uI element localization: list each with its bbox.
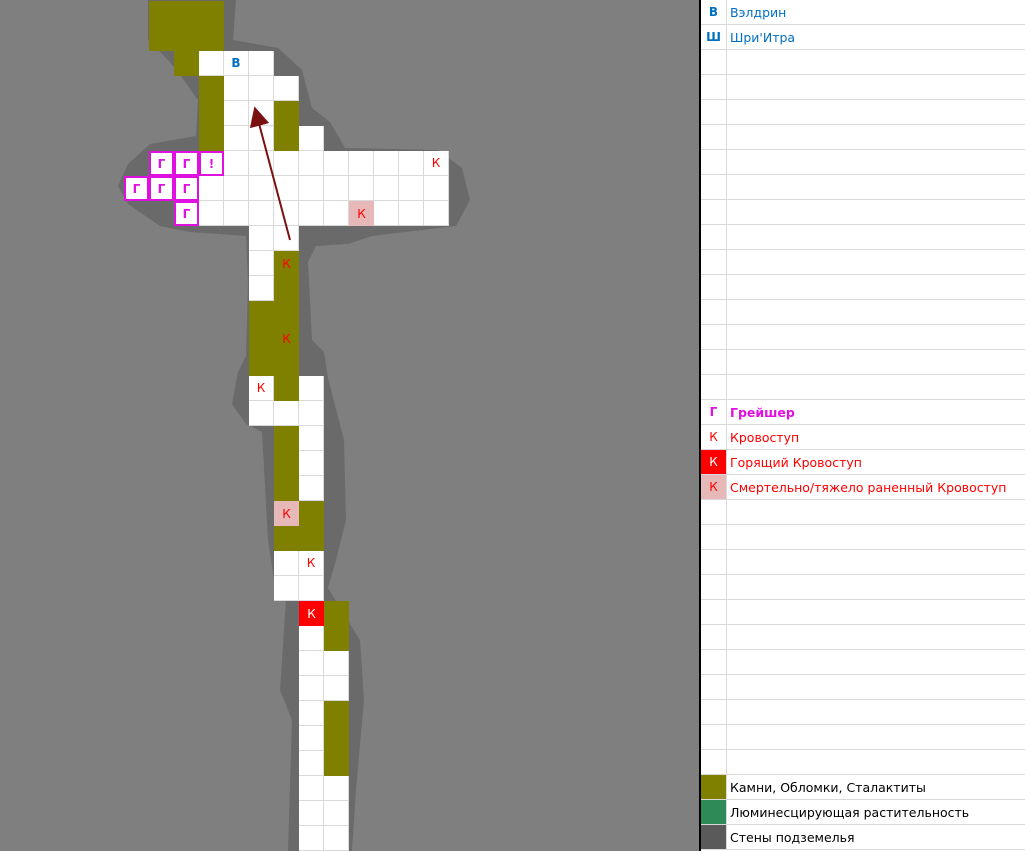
- legend-empty-row: [701, 225, 1025, 250]
- arrow-line: [249, 106, 291, 241]
- legend-symbol: [701, 275, 727, 299]
- legend-empty-row: [701, 750, 1025, 775]
- legend-empty-row: [701, 600, 1025, 625]
- legend-empty-row: [701, 250, 1025, 275]
- legend-symbol-text: В: [708, 5, 719, 19]
- movement-arrow: [249, 106, 291, 241]
- legend-empty-row: [701, 350, 1025, 375]
- legend-label: Люминесцирующая растительность: [730, 804, 970, 820]
- legend-symbol: [701, 725, 727, 749]
- legend-symbol: [701, 75, 727, 99]
- legend-label: Горящий Кровоступ: [730, 454, 862, 470]
- legend-empty-row: [701, 325, 1025, 350]
- legend-empty-row: [701, 725, 1025, 750]
- legend-symbol: [701, 225, 727, 249]
- legend-enemy-1: К Кровоступ: [701, 425, 1025, 450]
- legend-empty-row: [701, 700, 1025, 725]
- legend-symbol: [701, 650, 727, 674]
- legend-symbol: [701, 675, 727, 699]
- legend-symbol: [701, 600, 727, 624]
- legend-symbol: [701, 125, 727, 149]
- legend-symbol: [701, 325, 727, 349]
- legend-symbol: Ш: [701, 25, 727, 49]
- legend-symbol: [701, 375, 727, 399]
- legend-symbol: К: [701, 475, 727, 499]
- legend-symbol: [701, 550, 727, 574]
- legend-symbol: [701, 700, 727, 724]
- legend-symbol: [701, 100, 727, 124]
- legend-symbol: [701, 825, 727, 849]
- legend-label: Вэлдрин: [730, 4, 787, 20]
- legend-symbol: [701, 500, 727, 524]
- legend-symbol: [701, 800, 727, 824]
- legend-terrain-2: Стены подземелья: [701, 825, 1025, 850]
- legend-symbol: [701, 775, 727, 799]
- legend-label: Камни, Обломки, Сталактиты: [730, 779, 926, 795]
- legend-symbol-text: К: [709, 430, 718, 444]
- legend-enemy-0: Г Грейшер: [701, 400, 1025, 425]
- legend-empty-row: [701, 275, 1025, 300]
- legend-empty-row: [701, 175, 1025, 200]
- legend-empty-row: [701, 75, 1025, 100]
- legend-label: Кровоступ: [730, 429, 800, 445]
- legend-symbol-text: К: [709, 480, 718, 494]
- legend-symbol-text: К: [709, 455, 718, 469]
- legend-symbol: [701, 50, 727, 74]
- legend-enemy-2: К Горящий Кровоступ: [701, 450, 1025, 475]
- dungeon-map: В Г Г! К Г Г Г Г К К К К К К К: [0, 0, 700, 851]
- legend-symbol: [701, 300, 727, 324]
- legend-symbol: [701, 150, 727, 174]
- legend-character-1: Ш Шри'Итра: [701, 25, 1025, 50]
- legend-empty-row: [701, 575, 1025, 600]
- legend-label: Смертельно/тяжело раненный Кровоступ: [730, 479, 1007, 495]
- legend-label: Шри'Итра: [730, 29, 796, 45]
- legend-symbol-text: Ш: [706, 30, 721, 44]
- legend-symbol: [701, 350, 727, 374]
- legend-empty-row: [701, 625, 1025, 650]
- legend-empty-row: [701, 675, 1025, 700]
- legend-empty-row: [701, 525, 1025, 550]
- legend-symbol: [701, 250, 727, 274]
- legend-empty-row: [701, 650, 1025, 675]
- legend-symbol: [701, 625, 727, 649]
- legend-terrain-0: Камни, Обломки, Сталактиты: [701, 775, 1025, 800]
- legend-symbol-text: Г: [709, 405, 718, 419]
- legend-empty-row: [701, 200, 1025, 225]
- legend-symbol: [701, 525, 727, 549]
- legend-empty-row: [701, 550, 1025, 575]
- legend-label: Грейшер: [730, 404, 795, 420]
- legend-empty-row: [701, 50, 1025, 75]
- legend-symbol: [701, 750, 727, 774]
- legend-empty-row: [701, 500, 1025, 525]
- legend-label: Стены подземелья: [730, 829, 855, 845]
- legend-symbol: К: [701, 450, 727, 474]
- legend-terrain-1: Люминесцирующая растительность: [701, 800, 1025, 825]
- legend-character-0: В Вэлдрин: [701, 0, 1025, 25]
- legend-empty-row: [701, 100, 1025, 125]
- legend-symbol: [701, 175, 727, 199]
- legend-empty-row: [701, 300, 1025, 325]
- legend-symbol: Г: [701, 400, 727, 424]
- legend-enemy-3: К Смертельно/тяжело раненный Кровоступ: [701, 475, 1025, 500]
- legend-empty-row: [701, 375, 1025, 400]
- legend-panel: В Вэлдрин Ш Шри'Итра Г Грейшер К Кровоступ К Горя…: [699, 0, 1025, 851]
- legend-symbol: В: [701, 0, 727, 24]
- legend-symbol: [701, 575, 727, 599]
- legend-empty-row: [701, 150, 1025, 175]
- legend-symbol: К: [701, 425, 727, 449]
- legend-empty-row: [701, 125, 1025, 150]
- legend-symbol: [701, 200, 727, 224]
